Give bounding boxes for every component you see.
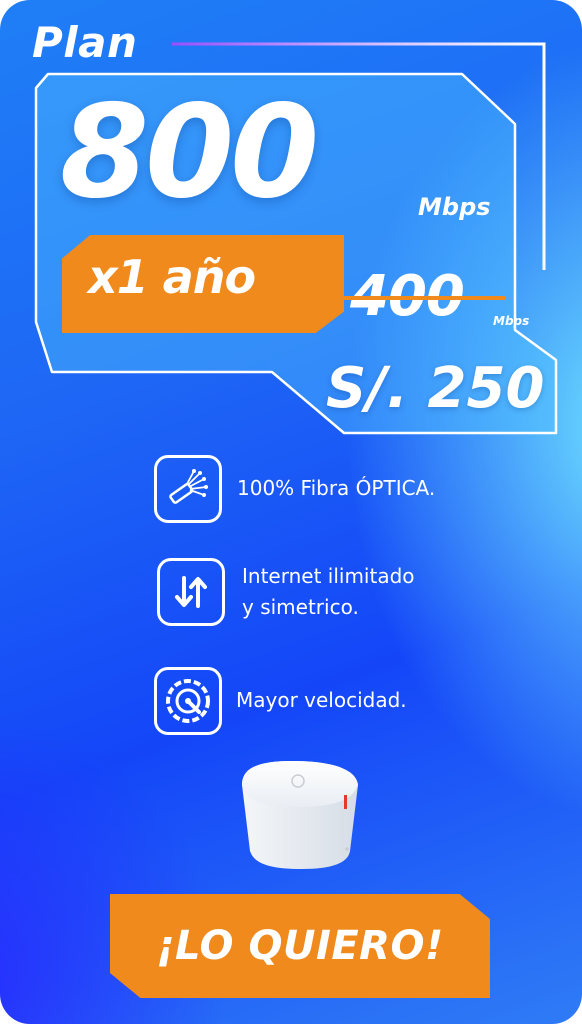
duration-badge-text: x1 año <box>88 250 256 304</box>
feature-unlimited-line-1: Internet ilimitado <box>242 564 415 588</box>
feature-unlimited-line-2: y simetrico. <box>242 595 359 619</box>
router-image <box>242 761 358 869</box>
feature-unlimited-text: Internet ilimitado y simetrico. <box>242 561 415 623</box>
plan-price: S/. 250 <box>326 356 545 421</box>
fiber-optic-icon <box>154 455 222 523</box>
promo-card: Plan 800 Mbps x1 año 400 Mbps S/. 250 10… <box>0 0 582 1024</box>
buy-now-button[interactable]: ¡LO QUIERO! <box>110 894 490 998</box>
previous-speed-unit: Mbps <box>493 314 530 328</box>
speedometer-icon <box>154 667 222 735</box>
plan-speed: 800 <box>60 78 319 227</box>
upload-download-arrows-icon <box>157 558 225 626</box>
previous-speed-strikethrough <box>340 296 506 300</box>
feature-fiber-text: 100% Fibra ÓPTICA. <box>237 476 436 500</box>
plan-speed-unit: Mbps <box>418 193 491 221</box>
feature-speed-text: Mayor velocidad. <box>236 688 407 712</box>
